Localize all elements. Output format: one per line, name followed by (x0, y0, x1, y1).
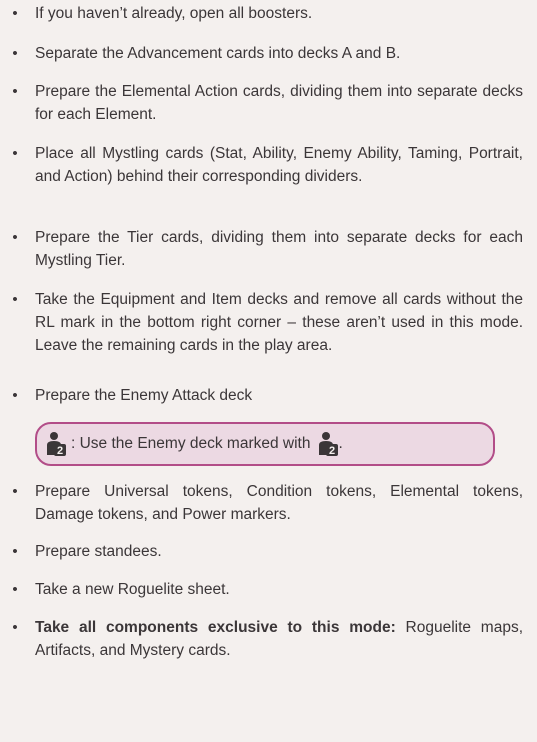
step-text: Place all Mystling cards (Stat, Ability,… (35, 145, 523, 185)
svg-text:2: 2 (57, 445, 63, 457)
step-text: Prepare the Elemental Action cards, divi… (35, 83, 523, 123)
step-text: Prepare the Tier cards, dividing them in… (35, 229, 523, 269)
bullet: • (12, 45, 18, 62)
step-text: Prepare the Enemy Attack deck (35, 387, 253, 404)
step-text: Separate the Advancement cards into deck… (35, 45, 401, 62)
two-player-icon: 2 (318, 432, 338, 457)
bullet: • (12, 581, 18, 598)
step-bold-lead: Take all components exclusive to this mo… (35, 619, 396, 636)
step-text: Take the Equipment and Item decks and re… (35, 291, 523, 354)
bullet: • (12, 619, 18, 636)
step-text: Prepare standees. (35, 543, 162, 560)
setup-page: • If you haven’t already, open all boost… (0, 0, 537, 742)
step-text: Take a new Roguelite sheet. (35, 581, 230, 598)
step-text: Take all components exclusive to this mo… (35, 616, 523, 662)
bullet: • (12, 387, 18, 404)
callout-text-end: . (338, 435, 343, 452)
bullet: • (12, 543, 18, 560)
bullet: • (12, 5, 18, 22)
svg-text:2: 2 (328, 445, 334, 457)
two-player-icon: 2 (47, 432, 66, 457)
callout-text: : Use the Enemy deck marked with (71, 435, 311, 452)
bullet: • (12, 145, 18, 162)
step-text: If you haven’t already, open all booster… (35, 5, 313, 22)
bullet: • (12, 83, 18, 100)
two-player-callout: 2 : Use the Enemy deck marked with 2 . (35, 422, 495, 466)
bullet: • (12, 483, 18, 500)
step-text: Prepare Universal tokens, Condition toke… (35, 483, 523, 523)
bullet: • (12, 229, 18, 246)
bullet: • (12, 291, 18, 308)
